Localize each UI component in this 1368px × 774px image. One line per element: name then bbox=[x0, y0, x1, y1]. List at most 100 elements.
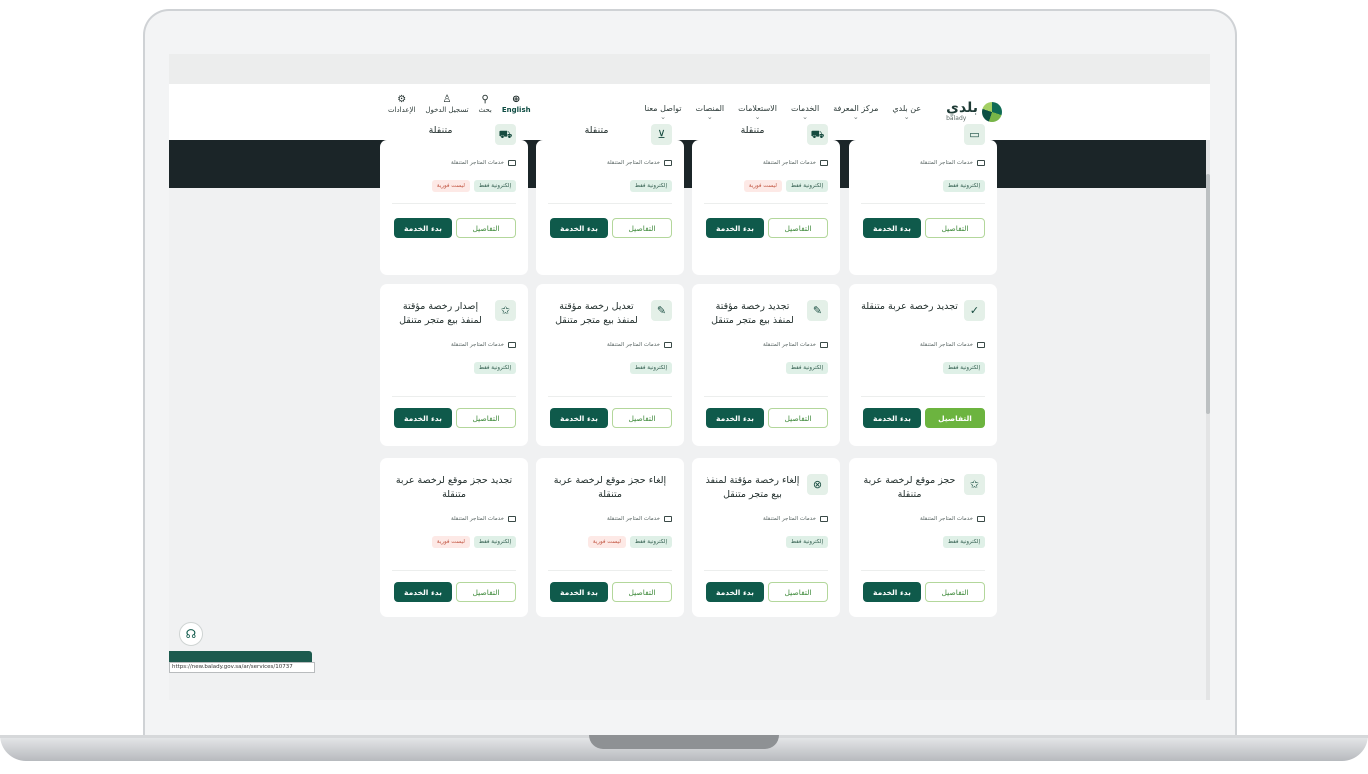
card-actions: التفاصيل بدء الخدمة bbox=[704, 408, 828, 428]
start-service-button[interactable]: بدء الخدمة bbox=[706, 408, 764, 428]
service-tags: إلكترونية فقط bbox=[629, 362, 672, 374]
start-service-button[interactable]: بدء الخدمة bbox=[863, 218, 921, 238]
details-button[interactable]: التفاصيل bbox=[456, 582, 516, 602]
nav-knowledge-center[interactable]: مركز المعرفة ⌄ bbox=[826, 104, 885, 121]
details-button[interactable]: التفاصيل bbox=[612, 408, 672, 428]
logo-arabic: بلدي bbox=[946, 100, 978, 116]
start-service-button[interactable]: بدء الخدمة bbox=[550, 218, 608, 238]
nav-inquiries[interactable]: الاستعلامات ⌄ bbox=[731, 104, 784, 121]
details-button[interactable]: التفاصيل bbox=[456, 218, 516, 238]
service-title[interactable]: إصدار رخصة مؤقتة لمنفذ بيع متجر متنقل bbox=[392, 300, 489, 328]
chevron-down-icon: ⌄ bbox=[754, 112, 761, 121]
page-scrollbar-thumb[interactable] bbox=[1206, 174, 1210, 414]
category-label: خدمات المتاجر المتنقلة bbox=[763, 342, 816, 348]
truck-icon: ⛟ bbox=[495, 124, 516, 145]
category-label: خدمات المتاجر المتنقلة bbox=[607, 160, 660, 166]
nav-services-label: الخدمات bbox=[790, 103, 820, 113]
details-button[interactable]: التفاصيل bbox=[925, 582, 985, 602]
service-title[interactable]: تجديد رخصة مؤقتة لمنفذ بيع متجر متنقل bbox=[704, 300, 801, 328]
start-service-button[interactable]: بدء الخدمة bbox=[706, 582, 764, 602]
start-service-button[interactable]: بدء الخدمة bbox=[394, 408, 452, 428]
store-icon bbox=[508, 516, 516, 522]
service-card: ✩ إصدار رخصة مؤقتة لمنفذ بيع متجر متنقل خد… bbox=[380, 284, 528, 446]
start-service-button[interactable]: بدء الخدمة bbox=[550, 582, 608, 602]
search-label: بحث bbox=[478, 106, 492, 114]
headset-icon: ☊ bbox=[185, 627, 197, 641]
service-card: ✎ تعديل رخصة مؤقتة لمنفذ بيع متجر متنقل خد… bbox=[536, 284, 684, 446]
card-divider bbox=[861, 203, 985, 204]
card-actions: التفاصيل بدء الخدمة bbox=[392, 582, 516, 602]
card-divider bbox=[704, 203, 828, 204]
service-title[interactable]: تجديد رخصة عربة متنقلة bbox=[861, 300, 958, 314]
settings-button[interactable]: ⚙ الإعدادات bbox=[388, 94, 415, 114]
service-card: تجديد حجز موقع لرخصة عربة متنقلة خدمات ال… bbox=[380, 458, 528, 617]
card-divider bbox=[392, 203, 516, 204]
details-button[interactable]: التفاصيل bbox=[768, 582, 828, 602]
service-title[interactable]: حجز موقع لرخصة عربة متنقلة bbox=[861, 474, 958, 502]
service-title[interactable]: تعديل رخصة مؤقتة لمنفذ بيع متجر متنقل bbox=[548, 300, 645, 328]
card-divider bbox=[861, 570, 985, 571]
nav-about[interactable]: عن بلدي ⌄ bbox=[885, 104, 928, 121]
service-card: ⊗ إلغاء رخصة مؤقتة لمنفذ بيع متجر متنقل خد… bbox=[692, 458, 840, 617]
details-button[interactable]: التفاصيل bbox=[768, 408, 828, 428]
start-service-button[interactable]: بدء الخدمة bbox=[550, 408, 608, 428]
login-button[interactable]: ♙ تسجيل الدخول bbox=[425, 94, 468, 114]
service-title[interactable]: متنقلة bbox=[548, 124, 645, 138]
nav-services[interactable]: الخدمات ⌄ bbox=[784, 104, 826, 121]
category-label: خدمات المتاجر المتنقلة bbox=[920, 160, 973, 166]
start-service-button[interactable]: بدء الخدمة bbox=[863, 582, 921, 602]
service-title[interactable]: إلغاء حجز موقع لرخصة عربة متنقلة bbox=[548, 474, 672, 502]
start-service-button[interactable]: بدء الخدمة bbox=[394, 218, 452, 238]
store-icon bbox=[508, 160, 516, 166]
nav-contact[interactable]: تواصل معنا ⌄ bbox=[638, 104, 689, 121]
start-service-button[interactable]: بدء الخدمة bbox=[394, 582, 452, 602]
electronic-only-badge: إلكترونية فقط bbox=[629, 180, 672, 192]
service-tags: إلكترونية فقط bbox=[785, 362, 828, 374]
card-actions: التفاصيل بدء الخدمة bbox=[548, 582, 672, 602]
service-category: خدمات المتاجر المتنقلة bbox=[920, 160, 985, 166]
electronic-only-badge: إلكترونية فقط bbox=[629, 362, 672, 374]
details-button[interactable]: التفاصيل bbox=[925, 408, 985, 428]
start-service-button[interactable]: بدء الخدمة bbox=[863, 408, 921, 428]
service-title[interactable]: متنقلة bbox=[704, 124, 801, 138]
details-button[interactable]: التفاصيل bbox=[925, 218, 985, 238]
store-icon bbox=[664, 342, 672, 348]
chevron-down-icon: ⌄ bbox=[852, 112, 859, 121]
details-button[interactable]: التفاصيل bbox=[768, 218, 828, 238]
browser-top-strip bbox=[169, 54, 1210, 84]
service-title[interactable]: إلغاء رخصة مؤقتة لمنفذ بيع متجر متنقل bbox=[704, 474, 801, 502]
service-title[interactable]: متنقلة bbox=[392, 124, 489, 138]
details-button[interactable]: التفاصيل bbox=[612, 582, 672, 602]
service-card-title-row: تجديد حجز موقع لرخصة عربة متنقلة bbox=[392, 474, 516, 502]
details-button[interactable]: التفاصيل bbox=[612, 218, 672, 238]
details-button[interactable]: التفاصيل bbox=[456, 408, 516, 428]
nav-platforms[interactable]: المنصات ⌄ bbox=[689, 104, 732, 121]
service-category: خدمات المتاجر المتنقلة bbox=[451, 160, 516, 166]
balady-logo[interactable]: بلدي balady bbox=[946, 100, 1002, 122]
card-actions: التفاصيل بدء الخدمة bbox=[704, 218, 828, 238]
service-tags: إلكترونية فقط ليست فورية bbox=[431, 180, 516, 192]
search-button[interactable]: ⚲ بحث bbox=[479, 94, 492, 114]
card-divider bbox=[861, 396, 985, 397]
language-toggle[interactable]: ⊕ English bbox=[502, 94, 531, 114]
service-category: خدمات المتاجر المتنقلة bbox=[920, 342, 985, 348]
service-category: خدمات المتاجر المتنقلة bbox=[920, 516, 985, 522]
store-icon bbox=[977, 160, 985, 166]
service-tags: إلكترونية فقط ليست فورية bbox=[431, 536, 516, 548]
service-category: خدمات المتاجر المتنقلة bbox=[451, 516, 516, 522]
service-category: خدمات المتاجر المتنقلة bbox=[763, 160, 828, 166]
service-tags: إلكترونية فقط ليست فورية bbox=[743, 180, 828, 192]
service-title[interactable]: تجديد حجز موقع لرخصة عربة متنقلة bbox=[392, 474, 516, 502]
service-card: ✩ حجز موقع لرخصة عربة متنقلة خدمات المتاجر… bbox=[849, 458, 997, 617]
card-divider bbox=[704, 570, 828, 571]
card-divider bbox=[704, 396, 828, 397]
category-label: خدمات المتاجر المتنقلة bbox=[763, 160, 816, 166]
not-instant-badge: ليست فورية bbox=[743, 180, 782, 192]
hero-band bbox=[169, 140, 1210, 188]
electronic-only-badge: إلكترونية فقط bbox=[785, 362, 828, 374]
card-actions: التفاصيل بدء الخدمة bbox=[392, 408, 516, 428]
service-category: خدمات المتاجر المتنقلة bbox=[763, 516, 828, 522]
start-service-button[interactable]: بدء الخدمة bbox=[706, 218, 764, 238]
cart-icon: ⊻ bbox=[651, 124, 672, 145]
chat-support-button[interactable]: ☊ bbox=[179, 622, 203, 646]
